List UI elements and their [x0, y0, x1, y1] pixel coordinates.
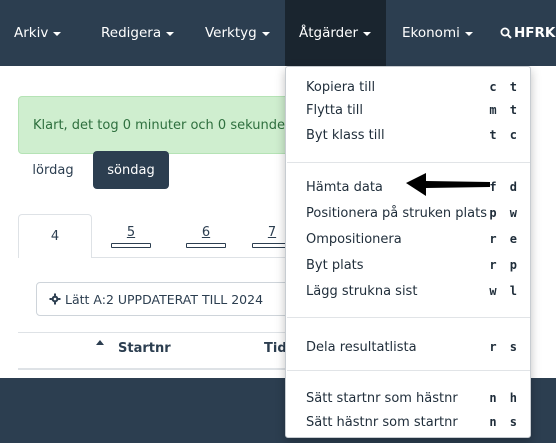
menu-item-satt-hastnr-som-startnr[interactable]: Sätt hästnr som startnr n s: [286, 410, 530, 434]
menu-item-kopiera-till[interactable]: Kopiera till c t: [286, 75, 530, 99]
class-tab-5-label: 5: [126, 224, 136, 240]
menu-item-label: Flytta till: [306, 102, 364, 118]
menu-item-shortcut: r e: [489, 232, 520, 246]
menu-item-shortcut: w l: [489, 284, 520, 298]
menu-item-shortcut: c t: [489, 80, 520, 94]
menu-item-dela-resultatlista[interactable]: Dela resultatlista r s: [286, 335, 530, 359]
class-tab-6-label: 6: [201, 224, 211, 240]
gear-icon: [49, 293, 61, 305]
menu-verktyg-label: Verktyg: [205, 25, 257, 41]
menu-item-shortcut: p w: [489, 206, 520, 220]
menu-item-shortcut: r p: [489, 258, 520, 272]
menu-item-shortcut: r s: [489, 340, 520, 354]
menu-item-byt-klass-till[interactable]: Byt klass till t c: [286, 123, 530, 147]
search-icon: [500, 27, 512, 39]
class-tab-5[interactable]: 5: [106, 214, 156, 258]
day-tab-sondag-label: söndag: [107, 162, 155, 178]
class-tab-4-label: 4: [50, 229, 60, 244]
menu-divider: [287, 162, 530, 163]
class-tab-7-label: 7: [267, 224, 277, 240]
day-tab-lordag-label: lördag: [32, 162, 74, 178]
search-menu-label: HFRK: [514, 25, 556, 41]
class-tab-6[interactable]: 6: [181, 214, 231, 258]
menu-atgarder-label: Åtgärder: [299, 25, 359, 41]
menu-item-label: Dela resultatlista: [306, 339, 417, 355]
menu-item-label: Sätt startnr som hästnr: [306, 390, 458, 406]
caret-down-icon: [363, 32, 372, 36]
caret-down-icon: [53, 32, 62, 36]
menu-item-label: Byt klass till: [306, 127, 385, 143]
menu-item-label: Hämta data: [306, 179, 383, 195]
menu-redigera-label: Redigera: [101, 25, 162, 41]
left-arrow-annotation-icon: [406, 173, 490, 196]
menu-item-byt-plats[interactable]: Byt plats r p: [286, 253, 530, 277]
class-settings-label: Lätt A:2 UPPDATERAT TILL 2024: [65, 291, 264, 307]
menu-item-positionera-pa-struken-plats[interactable]: Positionera på struken plats p w: [286, 201, 530, 225]
atgarder-dropdown-menu: Kopiera till c t Flytta till m t Byt kla…: [285, 66, 531, 438]
menu-item-shortcut: t c: [489, 128, 520, 142]
success-alert-text: Klart, det tog 0 minuter och 0 sekunde: [33, 117, 285, 133]
menu-item-label: Positionera på struken plats: [306, 205, 487, 221]
app-window: Arkiv Redigera Verktyg Åtgärder Ekonomi …: [0, 0, 556, 443]
menu-item-shortcut: n h: [489, 391, 520, 405]
menu-item-lagg-strukna-sist[interactable]: Lägg strukna sist w l: [286, 279, 530, 303]
menu-divider: [287, 370, 530, 371]
column-header-tid[interactable]: Tid: [264, 341, 287, 356]
menu-atgarder[interactable]: Åtgärder: [285, 0, 386, 66]
menu-item-label: Lägg strukna sist: [306, 283, 418, 299]
menu-verktyg[interactable]: Verktyg: [205, 0, 270, 66]
caret-down-icon: [261, 32, 270, 36]
menu-divider: [287, 317, 530, 318]
menu-redigera[interactable]: Redigera: [101, 0, 175, 66]
day-tab-lordag[interactable]: lördag: [18, 151, 88, 189]
menu-arkiv-label: Arkiv: [14, 25, 49, 41]
menu-item-ompositionera[interactable]: Ompositionera r e: [286, 227, 530, 251]
menu-item-satt-startnr-som-hastnr[interactable]: Sätt startnr som hästnr n h: [286, 386, 530, 410]
caret-down-icon: [166, 32, 175, 36]
tab-bar: [111, 242, 151, 248]
day-tab-sondag[interactable]: söndag: [93, 151, 169, 189]
search-menu[interactable]: HFRK: [500, 0, 555, 66]
menu-item-label: Sätt hästnr som startnr: [306, 414, 458, 430]
menu-item-label: Byt plats: [306, 257, 364, 273]
tab-bar: [186, 242, 226, 248]
menu-item-label: Ompositionera: [306, 231, 402, 247]
menu-item-label: Kopiera till: [306, 79, 376, 95]
class-tab-4[interactable]: 4: [18, 214, 92, 258]
menu-item-shortcut: n s: [489, 415, 520, 429]
caret-down-icon: [464, 32, 473, 36]
menu-ekonomi[interactable]: Ekonomi: [402, 0, 473, 66]
top-navbar: Arkiv Redigera Verktyg Åtgärder Ekonomi …: [0, 0, 556, 66]
menu-item-shortcut: m t: [489, 103, 520, 117]
menu-arkiv[interactable]: Arkiv: [14, 0, 62, 66]
menu-ekonomi-label: Ekonomi: [402, 25, 460, 41]
menu-item-flytta-till[interactable]: Flytta till m t: [286, 98, 530, 122]
success-alert: Klart, det tog 0 minuter och 0 sekunde: [18, 96, 318, 154]
column-header-startnr[interactable]: Startnr: [118, 341, 171, 356]
menu-item-shortcut: f d: [489, 180, 520, 194]
sort-ascending-icon[interactable]: [96, 340, 104, 345]
